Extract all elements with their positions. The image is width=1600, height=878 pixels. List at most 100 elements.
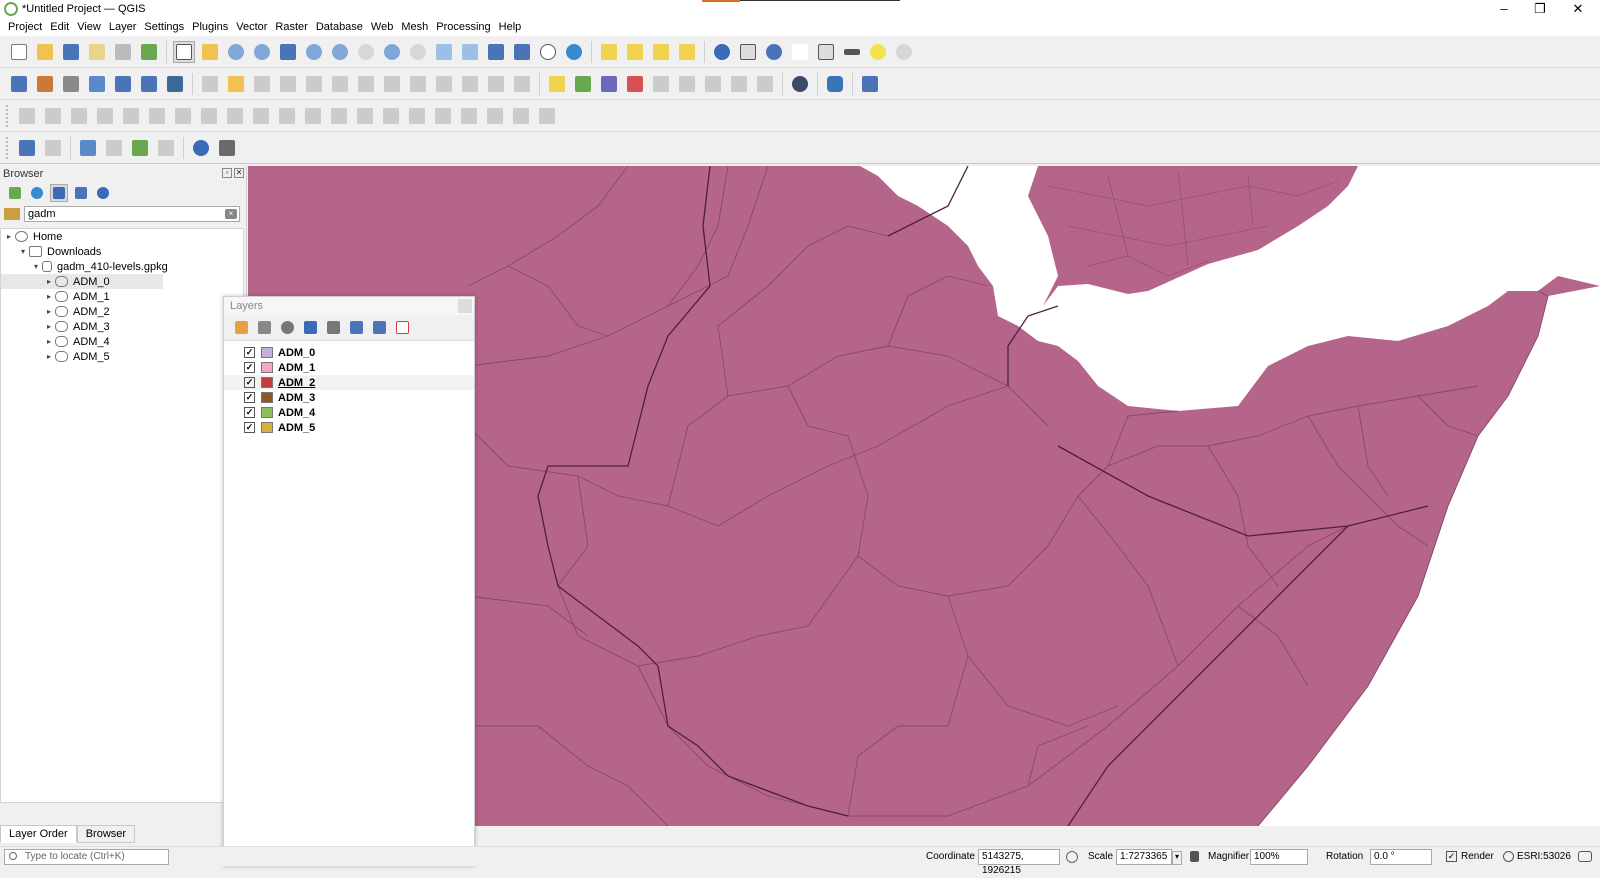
tree-item-geopackage[interactable]: ▾ gadm_410-levels.gpkg — [1, 259, 243, 274]
reverse-line-icon[interactable] — [510, 105, 532, 127]
tree-item-downloads[interactable]: ▾ Downloads — [1, 244, 243, 259]
advanced-digitizing-icon[interactable] — [16, 105, 38, 127]
digitize-icon[interactable] — [277, 73, 299, 95]
tree-item-adm-0[interactable]: ▸ ADM_0 — [1, 274, 163, 289]
zoom-out-icon[interactable] — [251, 41, 273, 63]
vertex-tool-icon[interactable] — [329, 73, 351, 95]
magnifier-field[interactable]: 100% — [1250, 849, 1308, 865]
expand-arrow-icon[interactable]: ▾ — [17, 247, 29, 256]
add-part-icon[interactable] — [68, 105, 90, 127]
merge-features-icon[interactable] — [276, 105, 298, 127]
close-button[interactable]: ✕ — [1560, 0, 1596, 18]
new-print-layout-icon[interactable] — [86, 41, 108, 63]
attribute-table-dropdown-icon[interactable] — [815, 41, 837, 63]
redo-icon[interactable] — [511, 73, 533, 95]
toggle-label-display-icon[interactable] — [624, 73, 646, 95]
tree-item-home[interactable]: ▸ Home — [1, 229, 243, 244]
offset-point-symbols-icon[interactable] — [354, 105, 376, 127]
add-postgis-layer-icon[interactable] — [129, 137, 151, 159]
coordinate-field[interactable]: 5143275, 1926215 — [978, 849, 1060, 876]
new-bookmark-icon[interactable] — [485, 41, 507, 63]
processing-tools-icon[interactable] — [216, 137, 238, 159]
statistical-summary-icon[interactable] — [789, 41, 811, 63]
delete-ring-icon[interactable] — [120, 105, 142, 127]
layer-visibility-checkbox[interactable]: ✓ — [244, 377, 255, 388]
layer-symbol-swatch[interactable] — [261, 422, 273, 433]
copy-features-icon[interactable] — [433, 73, 455, 95]
new-geopackage-layer-icon[interactable] — [34, 73, 56, 95]
simplify-feature-icon[interactable] — [380, 105, 402, 127]
layout-manager-icon[interactable] — [112, 41, 134, 63]
expand-arrow-icon[interactable]: ▾ — [30, 262, 42, 271]
info-icon[interactable] — [190, 137, 212, 159]
refresh-icon[interactable] — [563, 41, 585, 63]
layer-symbol-swatch[interactable] — [261, 347, 273, 358]
collapse-all-icon[interactable] — [72, 184, 90, 202]
menu-view[interactable]: View — [73, 21, 105, 33]
layer-visibility-checkbox[interactable]: ✓ — [244, 347, 255, 358]
remove-layer-icon[interactable] — [393, 319, 411, 337]
tab-layer-order[interactable]: Layer Order — [0, 825, 77, 843]
help-icon[interactable] — [859, 73, 881, 95]
messages-icon[interactable] — [1578, 851, 1592, 862]
layer-row-adm-2[interactable]: ✓ ADM_2 — [224, 375, 474, 390]
browser-filter-input[interactable]: gadm × — [24, 206, 240, 222]
layer-visibility-checkbox[interactable]: ✓ — [244, 392, 255, 403]
data-source-manager-icon[interactable] — [8, 73, 30, 95]
tree-item-adm-2[interactable]: ▸ ADM_2 — [1, 304, 243, 319]
cut-features-icon[interactable] — [407, 73, 429, 95]
add-mssql-layer-icon[interactable] — [155, 137, 177, 159]
add-virtual-layer-icon[interactable] — [164, 73, 186, 95]
add-wfs-layer-icon[interactable] — [103, 137, 125, 159]
menu-edit[interactable]: Edit — [46, 21, 73, 33]
menu-plugins[interactable]: Plugins — [188, 21, 232, 33]
new-map-view-icon[interactable] — [433, 41, 455, 63]
toggle-editing-icon[interactable] — [225, 73, 247, 95]
expand-arrow-icon[interactable]: ▸ — [43, 352, 55, 361]
menu-web[interactable]: Web — [367, 21, 397, 33]
zoom-full-icon[interactable] — [277, 41, 299, 63]
toggle-extents-icon[interactable] — [1066, 851, 1078, 863]
undo-icon[interactable] — [485, 73, 507, 95]
new-project-icon[interactable] — [8, 41, 30, 63]
tab-browser[interactable]: Browser — [76, 825, 136, 843]
manage-map-themes-icon[interactable] — [278, 319, 296, 337]
add-delimited-text-icon[interactable] — [86, 73, 108, 95]
layer-row-adm-0[interactable]: ✓ ADM_0 — [224, 345, 474, 360]
identify-features-icon[interactable] — [711, 41, 733, 63]
close-panel-icon[interactable]: ✕ — [234, 168, 244, 178]
menu-layer[interactable]: Layer — [105, 21, 141, 33]
merge-attributes-icon[interactable] — [302, 105, 324, 127]
reshape-features-icon[interactable] — [172, 105, 194, 127]
highlight-pinned-labels-icon[interactable] — [598, 73, 620, 95]
expand-arrow-icon[interactable]: ▸ — [43, 322, 55, 331]
tree-item-adm-5[interactable]: ▸ ADM_5 — [1, 349, 243, 364]
copy-move-feature-icon[interactable] — [484, 105, 506, 127]
float-panel-icon[interactable]: ▫ — [222, 168, 232, 178]
add-ring-icon[interactable] — [42, 105, 64, 127]
add-selected-layers-icon[interactable] — [6, 184, 24, 202]
zoom-next-icon[interactable] — [407, 41, 429, 63]
menu-raster[interactable]: Raster — [271, 21, 311, 33]
python-console-icon[interactable] — [824, 73, 846, 95]
menu-vector[interactable]: Vector — [232, 21, 271, 33]
tree-item-adm-3[interactable]: ▸ ADM_3 — [1, 319, 243, 334]
expand-arrow-icon[interactable]: ▸ — [43, 277, 55, 286]
layer-symbol-swatch[interactable] — [261, 377, 273, 388]
show-bookmarks-icon[interactable] — [511, 41, 533, 63]
menu-help[interactable]: Help — [495, 21, 526, 33]
zoom-to-selection-icon[interactable] — [303, 41, 325, 63]
maximize-button[interactable]: ❐ — [1522, 0, 1558, 18]
add-group-icon[interactable] — [255, 319, 273, 337]
map-tips-icon[interactable] — [867, 41, 889, 63]
scale-dropdown-icon[interactable]: ▾ — [1172, 851, 1182, 865]
label-toolbar-icon[interactable] — [546, 73, 568, 95]
select-features-icon[interactable] — [598, 41, 620, 63]
fill-ring-icon[interactable] — [94, 105, 116, 127]
open-attribute-table-icon[interactable] — [737, 41, 759, 63]
modify-attributes-icon[interactable] — [355, 73, 377, 95]
open-project-icon[interactable] — [34, 41, 56, 63]
expand-arrow-icon[interactable]: ▸ — [43, 307, 55, 316]
menu-project[interactable]: Project — [4, 21, 46, 33]
change-label-icon[interactable] — [754, 73, 776, 95]
